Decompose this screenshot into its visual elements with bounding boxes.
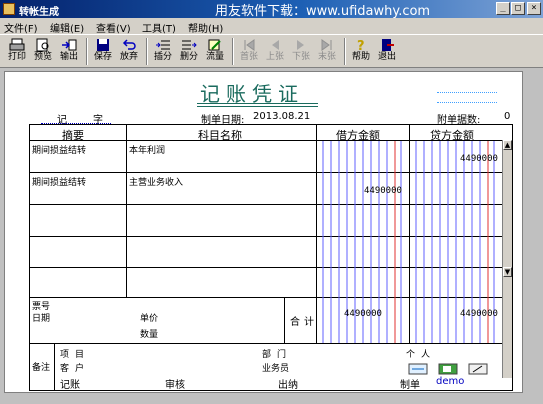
app-icon <box>3 3 15 15</box>
export-icon <box>62 39 77 51</box>
auditor-label: 审核 <box>165 380 185 391</box>
floppy-icon <box>97 39 109 51</box>
insert-row-icon <box>156 40 170 50</box>
menu-tools[interactable]: 工具(T) <box>142 20 176 35</box>
discard-button[interactable]: 放弃 <box>117 37 141 66</box>
grid-line <box>54 343 55 391</box>
total-label: 合计 <box>290 317 318 328</box>
row-2-summary[interactable]: 期间损益结转 <box>32 175 86 188</box>
unit-price-label: 单价 <box>140 314 159 324</box>
header-debit: 借方金额 <box>336 129 380 142</box>
first-page-icon <box>244 39 255 51</box>
scroll-up-icon[interactable]: ▲ <box>503 140 512 150</box>
remark-label: 备注 <box>32 363 51 373</box>
title-bar: 转帐生成 用友软件下载：www.ufidawhy.com _ □ × <box>0 0 543 19</box>
transfer-generation-window: 转帐生成 用友软件下载：www.ufidawhy.com _ □ × 文件(F)… <box>0 0 543 404</box>
total-credit: 4490000 <box>460 309 498 319</box>
svg-text:?: ? <box>357 39 365 52</box>
cash-flow-button[interactable]: 流量 <box>203 37 227 66</box>
menu-edit[interactable]: 编辑(E) <box>50 20 84 35</box>
delete-row-button[interactable]: 删分 <box>177 37 201 66</box>
row-2-debit[interactable]: 4490000 <box>364 186 402 196</box>
menu-file[interactable]: 文件(F) <box>4 20 38 35</box>
toolbar: 打印 预览 输出 保存 放弃 插分 删分 流量 首张 上张 下张 末张 ? 帮助… <box>0 34 543 68</box>
next-page-icon <box>297 40 304 50</box>
delete-row-icon <box>182 40 197 50</box>
discard-label: 放弃 <box>119 52 138 62</box>
card-icon[interactable] <box>438 363 458 375</box>
header-summary: 摘要 <box>62 129 84 142</box>
pen-icon[interactable] <box>468 363 488 375</box>
undo-icon <box>122 39 136 50</box>
exit-label: 退出 <box>377 52 396 62</box>
insert-row-button[interactable]: 插分 <box>151 37 175 66</box>
save-button[interactable]: 保存 <box>91 37 115 66</box>
grid-line <box>284 297 285 343</box>
window-title: 转帐生成 <box>19 7 59 18</box>
last-voucher-button[interactable]: 末张 <box>315 37 339 66</box>
attachments-value[interactable]: 0 <box>504 111 510 122</box>
person-label: 个人 <box>406 350 437 360</box>
last-voucher-label: 末张 <box>317 52 336 62</box>
prev-voucher-button[interactable]: 上张 <box>263 37 287 66</box>
watermark-text: 用友软件下载：www.ufidawhy.com <box>215 4 431 19</box>
note-icon[interactable] <box>408 363 428 375</box>
scroll-down-icon[interactable]: ▼ <box>503 267 512 277</box>
preview-button[interactable]: 预览 <box>31 37 55 66</box>
row-1-credit[interactable]: 4490000 <box>460 154 498 164</box>
menu-help[interactable]: 帮助(H) <box>188 20 223 35</box>
bill-date-label: 日期 <box>32 314 51 324</box>
menu-view[interactable]: 查看(V) <box>96 20 131 35</box>
vertical-scrollbar[interactable]: ▲ ▼ <box>502 140 512 378</box>
maximize-icon[interactable]: □ <box>511 2 525 15</box>
grid-line <box>30 343 512 344</box>
title-underline <box>197 103 318 104</box>
bookkeeper-label: 记账 <box>60 380 80 391</box>
customer-label: 客户 <box>60 364 91 374</box>
dotted-line <box>437 102 497 103</box>
row-2-account[interactable]: 主营业务收入 <box>129 175 183 188</box>
dotted-line <box>437 92 497 93</box>
voucher-panel: 记账凭证 记 字 制单日期: 2013.08.21 附单据数: 0 摘要 科目名… <box>4 71 523 393</box>
close-icon[interactable]: × <box>527 2 541 15</box>
question-icon: ? <box>357 39 365 52</box>
last-page-icon <box>321 39 332 51</box>
date-value[interactable]: 2013.08.21 <box>253 111 310 122</box>
title-underline <box>197 106 318 107</box>
export-label: 输出 <box>59 52 78 62</box>
row-1-summary[interactable]: 期间损益结转 <box>32 143 86 156</box>
menu-bar: 文件(F) 编辑(E) 查看(V) 工具(T) 帮助(H) <box>0 18 543 35</box>
total-debit: 4490000 <box>344 309 382 319</box>
help-button[interactable]: ? 帮助 <box>349 37 373 66</box>
exit-button[interactable]: 退出 <box>375 37 399 66</box>
header-account: 科目名称 <box>198 129 242 142</box>
prev-page-icon <box>272 40 279 50</box>
maker-label: 制单 <box>400 380 420 391</box>
cash-flow-label: 流量 <box>205 52 224 62</box>
printer-icon <box>9 38 25 51</box>
first-voucher-button[interactable]: 首张 <box>237 37 261 66</box>
next-voucher-button[interactable]: 下张 <box>289 37 313 66</box>
preview-icon <box>36 38 49 52</box>
export-button[interactable]: 输出 <box>57 37 81 66</box>
cash-flow-icon <box>208 39 221 51</box>
row-1-account[interactable]: 本年利润 <box>129 143 165 156</box>
salesman-label: 业务员 <box>262 364 290 374</box>
print-button[interactable]: 打印 <box>5 37 29 66</box>
exit-door-icon <box>382 39 394 51</box>
quantity-label: 数量 <box>140 330 159 340</box>
header-credit: 贷方金额 <box>430 129 474 142</box>
voucher-grid: 摘要 科目名称 借方金额 贷方金额 期间损益结转 本年利润 4490000 期间… <box>29 124 513 391</box>
project-label: 项目 <box>60 350 91 360</box>
cashier-label: 出纳 <box>278 380 298 391</box>
minimize-icon[interactable]: _ <box>496 2 510 15</box>
maker-value: demo <box>436 376 465 387</box>
department-label: 部门 <box>262 350 293 360</box>
grid-line <box>126 125 127 297</box>
